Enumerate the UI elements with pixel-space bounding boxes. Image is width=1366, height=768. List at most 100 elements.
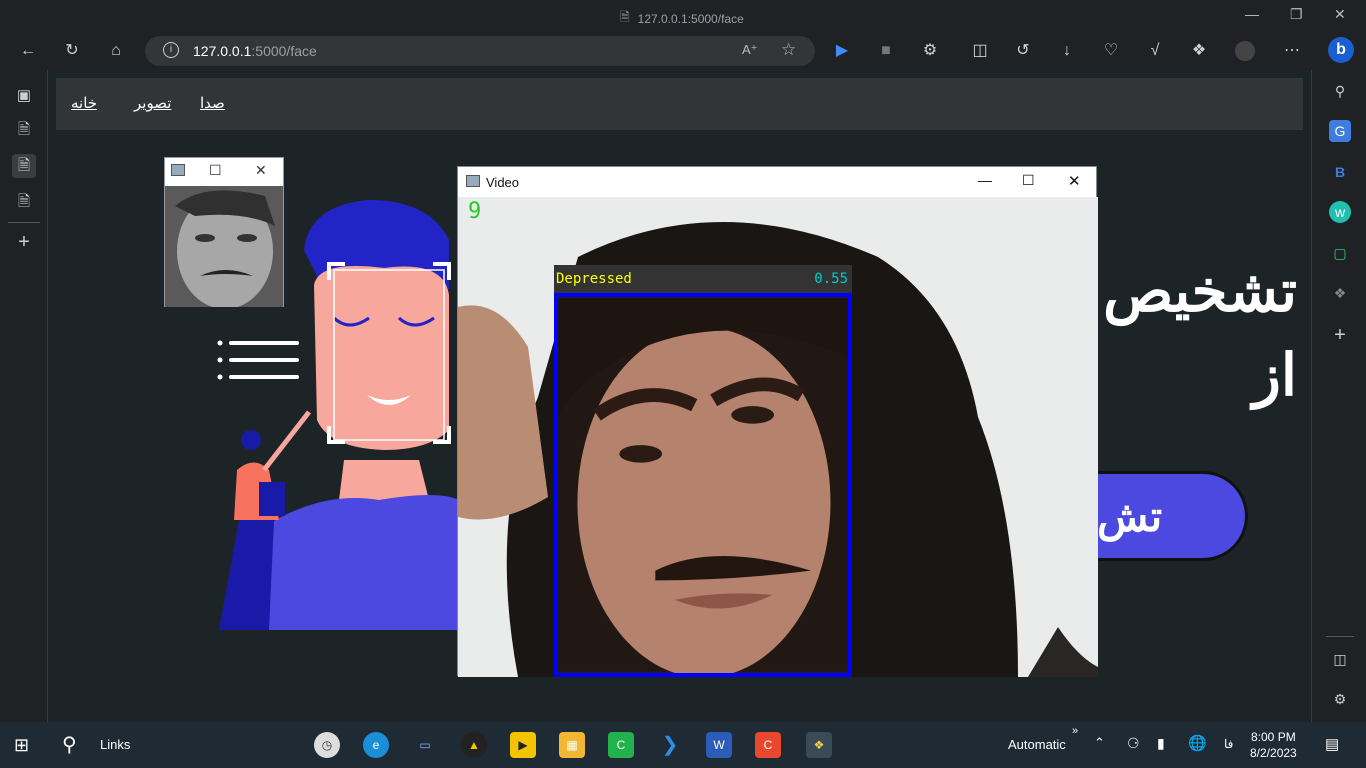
active-tab-icon[interactable]: 🗎 (12, 154, 36, 178)
edge-sidebar: ⚲ G B w ▢ ❖ + ◫ ⚙ (1311, 70, 1366, 722)
read-aloud-icon[interactable]: A⁺ (742, 42, 758, 58)
camtasia-icon[interactable]: C (608, 732, 634, 758)
face-crop-window-titlebar[interactable]: ☐ ✕ (165, 158, 283, 186)
performance-icon[interactable]: ♡ (1101, 41, 1121, 61)
word-icon[interactable]: W (706, 732, 732, 758)
tab-actions-icon[interactable]: ▣ (12, 84, 36, 108)
bing-chat-icon[interactable]: b (1328, 37, 1354, 63)
favorite-star-icon[interactable]: ☆ (781, 40, 796, 60)
page-icon: 🗎 (620, 10, 630, 24)
copilot-icon[interactable]: ❖ (1189, 41, 1209, 61)
url-text[interactable]: 127.0.0.1:5000/face (193, 43, 317, 59)
edge-app-icon[interactable]: e (363, 732, 389, 758)
emotion-confidence: 0.55 (814, 271, 848, 287)
start-detection-button[interactable]: تش (1088, 471, 1248, 561)
refresh-icon[interactable]: ↻ (62, 41, 82, 61)
hero-title: تشخیص از (1103, 250, 1297, 418)
back-icon[interactable]: ← (18, 41, 38, 61)
profile-avatar[interactable] (1235, 41, 1255, 61)
search-icon[interactable]: ⚲ (1329, 80, 1351, 102)
recorder-app-icon[interactable]: C (755, 732, 781, 758)
video-window[interactable]: Video — ☐ ✕ 9 Depressed 0.55 (457, 166, 1098, 677)
window-title: 🗎 127.0.0.1:5000/face (620, 8, 744, 29)
hero-title-line-1: تشخیص (1103, 259, 1297, 324)
nav-link-image[interactable]: تصویر (134, 94, 171, 112)
taskbar-links-label[interactable]: Links (100, 737, 130, 752)
browser-titlebar: 🗎 127.0.0.1:5000/face — ❐ ✕ (0, 0, 1366, 32)
face-crop-image (165, 186, 283, 307)
player-app-icon[interactable]: ▶ (510, 732, 536, 758)
minimize-icon[interactable]: — (978, 172, 992, 188)
vscode-icon[interactable]: ❯ (657, 732, 683, 758)
detected-face-image (558, 298, 848, 673)
bookmark-extension-icon[interactable]: B (1329, 161, 1351, 183)
taskbar-status-label[interactable]: Automatic (1008, 737, 1066, 752)
vertical-tabs-bar: ▣ 🗎 🗎 🗎 + (0, 70, 48, 722)
math-solver-icon[interactable]: √ (1145, 41, 1165, 61)
restore-icon[interactable]: ❐ (1290, 6, 1303, 23)
feather-extension-icon[interactable]: ❖ (1329, 282, 1351, 304)
close-icon[interactable]: ✕ (255, 162, 267, 179)
history-icon[interactable]: ↺ (1013, 41, 1033, 61)
browser-toolbar: ← ↻ ⌂ i 127.0.0.1:5000/face A⁺ ☆ ▶ ■ ⚙ ◫… (0, 32, 1366, 70)
window-title-text: 127.0.0.1:5000/face (637, 11, 744, 26)
hero-title-line-2: از (1252, 343, 1297, 408)
pointer-extension-icon[interactable]: ▶ (832, 41, 852, 61)
more-options-icon[interactable]: ⋯ (1282, 41, 1302, 61)
maximize-icon[interactable]: ☐ (1022, 172, 1035, 189)
tab-page-icon-2[interactable]: 🗎 (12, 190, 36, 214)
more-chevrons-icon[interactable]: » (1072, 725, 1078, 737)
search-icon[interactable]: ⚲ (62, 732, 77, 757)
network-globe-icon[interactable]: 🌐 (1188, 734, 1207, 752)
site-nav: خانه تصویر صدا (56, 78, 1303, 130)
language-indicator[interactable]: فا (1224, 737, 1233, 751)
split-screen-icon[interactable]: ◫ (970, 41, 990, 61)
minimize-icon[interactable]: — (1245, 6, 1259, 22)
hide-sidebar-icon[interactable]: ◫ (1329, 648, 1351, 670)
show-hidden-icons[interactable]: ⌃ (1094, 735, 1105, 751)
video-window-titlebar[interactable]: Video — ☐ ✕ (458, 167, 1096, 197)
remote-desktop-icon[interactable]: ▭ (412, 732, 438, 758)
start-windows-icon[interactable]: ⊞ (14, 735, 29, 756)
media-app-icon[interactable]: ▲ (461, 732, 487, 758)
windows-taskbar: ⊞ ⚲ Links ◷ e ▭ ▲ ▶ ▦ C ❯ W C ❖ Automati… (0, 722, 1366, 768)
tab-page-icon[interactable]: 🗎 (12, 118, 36, 142)
maximize-icon[interactable]: ☐ (209, 162, 222, 179)
microphone-icon[interactable]: ⚆ (1127, 735, 1140, 752)
close-icon[interactable]: ✕ (1068, 172, 1081, 190)
file-explorer-icon[interactable]: ▦ (559, 732, 585, 758)
notes-extension-icon[interactable]: ▢ (1329, 242, 1351, 264)
video-window-title: Video (486, 175, 520, 190)
face-crop-window[interactable]: ☐ ✕ (164, 157, 284, 307)
divider (8, 222, 40, 223)
taskbar-clock[interactable]: 8:00 PM 8/2/2023 (1250, 729, 1297, 761)
close-icon[interactable]: ✕ (1334, 6, 1346, 23)
url-host: 127.0.0.1 (193, 43, 252, 59)
face-bounding-box (554, 293, 852, 677)
app-icon (466, 175, 480, 187)
translate-icon[interactable]: G (1329, 120, 1351, 142)
clock-app-icon[interactable]: ◷ (314, 732, 340, 758)
nav-link-home[interactable]: خانه (71, 94, 97, 112)
emotion-label-bar: Depressed 0.55 (554, 265, 852, 293)
new-tab-icon[interactable]: + (12, 230, 36, 254)
downloads-icon[interactable]: ↓ (1057, 41, 1077, 61)
extensions-icon[interactable]: ⚙ (920, 41, 940, 61)
nav-link-audio[interactable]: صدا (200, 94, 225, 112)
battery-icon[interactable]: ▮ (1157, 735, 1165, 752)
web-page: خانه تصویر صدا تشخیص از تش ☐ ✕ Video — ☐… (48, 70, 1311, 722)
divider (1326, 636, 1354, 637)
frame-counter: 9 (468, 199, 482, 224)
app-icon (171, 164, 185, 176)
stop-extension-icon[interactable]: ■ (876, 41, 896, 61)
clock-date: 8/2/2023 (1250, 746, 1297, 760)
settings-gear-icon[interactable]: ⚙ (1329, 688, 1351, 710)
info-icon[interactable]: i (163, 42, 179, 58)
chat-extension-icon[interactable]: w (1329, 201, 1351, 223)
home-icon[interactable]: ⌂ (106, 41, 126, 61)
python-app-icon[interactable]: ❖ (806, 732, 832, 758)
address-bar[interactable]: i 127.0.0.1:5000/face A⁺ ☆ (145, 36, 815, 66)
add-sidebar-app-icon[interactable]: + (1329, 324, 1351, 346)
clock-time: 8:00 PM (1251, 730, 1296, 744)
notifications-icon[interactable]: ▤ (1325, 735, 1339, 753)
